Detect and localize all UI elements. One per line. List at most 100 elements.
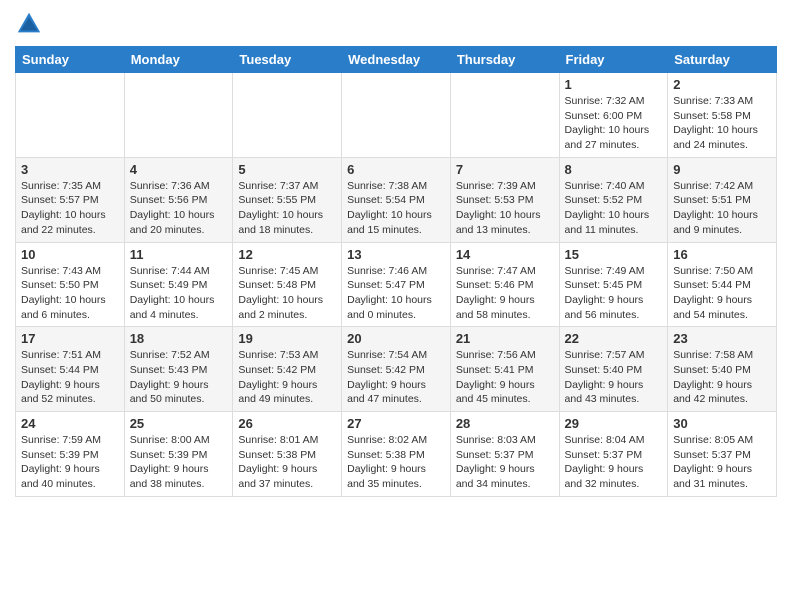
calendar-cell: 20 Sunrise: 7:54 AM Sunset: 5:42 PM Dayli… bbox=[342, 327, 451, 412]
day-number: 12 bbox=[238, 247, 336, 262]
calendar-cell: 9Sunrise: 7:42 AM Sunset: 5:51 PM Daylig… bbox=[668, 157, 777, 242]
day-number: 27 bbox=[347, 416, 445, 431]
week-row-3: 10 Sunrise: 7:43 AM Sunset: 5:50 PM Dayli… bbox=[16, 242, 777, 327]
calendar-cell bbox=[342, 73, 451, 158]
day-info: Sunrise: 7:47 AM Sunset: 5:46 PM Dayligh… bbox=[456, 264, 554, 323]
day-info: Sunrise: 7:33 AM Sunset: 5:58 PM Dayligh… bbox=[673, 94, 771, 153]
calendar-cell: 13 Sunrise: 7:46 AM Sunset: 5:47 PM Dayli… bbox=[342, 242, 451, 327]
header-day-saturday: Saturday bbox=[668, 47, 777, 73]
week-row-4: 17Sunrise: 7:51 AM Sunset: 5:44 PM Dayli… bbox=[16, 327, 777, 412]
day-info: Sunrise: 7:56 AM Sunset: 5:41 PM Dayligh… bbox=[456, 348, 554, 407]
calendar-cell: 23 Sunrise: 7:58 AM Sunset: 5:40 PM Dayli… bbox=[668, 327, 777, 412]
day-info: Sunrise: 8:05 AM Sunset: 5:37 PM Dayligh… bbox=[673, 433, 771, 492]
calendar-cell: 17Sunrise: 7:51 AM Sunset: 5:44 PM Dayli… bbox=[16, 327, 125, 412]
day-info: Sunrise: 7:46 AM Sunset: 5:47 PM Dayligh… bbox=[347, 264, 445, 323]
week-row-2: 3 Sunrise: 7:35 AM Sunset: 5:57 PM Daylig… bbox=[16, 157, 777, 242]
day-number: 6 bbox=[347, 162, 445, 177]
header-day-thursday: Thursday bbox=[450, 47, 559, 73]
day-number: 3 bbox=[21, 162, 119, 177]
day-number: 15 bbox=[565, 247, 663, 262]
day-number: 19 bbox=[238, 331, 336, 346]
calendar-cell: 19 Sunrise: 7:53 AM Sunset: 5:42 PM Dayli… bbox=[233, 327, 342, 412]
day-number: 13 bbox=[347, 247, 445, 262]
header-day-wednesday: Wednesday bbox=[342, 47, 451, 73]
day-info: Sunrise: 8:00 AM Sunset: 5:39 PM Dayligh… bbox=[130, 433, 228, 492]
header-day-tuesday: Tuesday bbox=[233, 47, 342, 73]
day-info: Sunrise: 7:58 AM Sunset: 5:40 PM Dayligh… bbox=[673, 348, 771, 407]
calendar-cell: 16 Sunrise: 7:50 AM Sunset: 5:44 PM Dayli… bbox=[668, 242, 777, 327]
calendar-cell: 27 Sunrise: 8:02 AM Sunset: 5:38 PM Dayli… bbox=[342, 412, 451, 497]
page: SundayMondayTuesdayWednesdayThursdayFrid… bbox=[0, 0, 792, 512]
calendar-cell: 8 Sunrise: 7:40 AM Sunset: 5:52 PM Daylig… bbox=[559, 157, 668, 242]
day-number: 8 bbox=[565, 162, 663, 177]
day-number: 25 bbox=[130, 416, 228, 431]
calendar-cell bbox=[450, 73, 559, 158]
day-info: Sunrise: 7:43 AM Sunset: 5:50 PM Dayligh… bbox=[21, 264, 119, 323]
header-row: SundayMondayTuesdayWednesdayThursdayFrid… bbox=[16, 47, 777, 73]
day-info: Sunrise: 7:49 AM Sunset: 5:45 PM Dayligh… bbox=[565, 264, 663, 323]
day-info: Sunrise: 7:35 AM Sunset: 5:57 PM Dayligh… bbox=[21, 179, 119, 238]
day-number: 22 bbox=[565, 331, 663, 346]
day-info: Sunrise: 7:45 AM Sunset: 5:48 PM Dayligh… bbox=[238, 264, 336, 323]
calendar-cell: 30 Sunrise: 8:05 AM Sunset: 5:37 PM Dayli… bbox=[668, 412, 777, 497]
day-number: 7 bbox=[456, 162, 554, 177]
day-number: 29 bbox=[565, 416, 663, 431]
calendar-cell: 21 Sunrise: 7:56 AM Sunset: 5:41 PM Dayli… bbox=[450, 327, 559, 412]
calendar-cell: 7 Sunrise: 7:39 AM Sunset: 5:53 PM Daylig… bbox=[450, 157, 559, 242]
calendar-cell: 1Sunrise: 7:32 AM Sunset: 6:00 PM Daylig… bbox=[559, 73, 668, 158]
day-number: 9 bbox=[673, 162, 771, 177]
day-info: Sunrise: 7:54 AM Sunset: 5:42 PM Dayligh… bbox=[347, 348, 445, 407]
calendar-table: SundayMondayTuesdayWednesdayThursdayFrid… bbox=[15, 46, 777, 497]
calendar-cell: 10 Sunrise: 7:43 AM Sunset: 5:50 PM Dayli… bbox=[16, 242, 125, 327]
calendar-cell: 14 Sunrise: 7:47 AM Sunset: 5:46 PM Dayli… bbox=[450, 242, 559, 327]
calendar-cell bbox=[124, 73, 233, 158]
calendar-cell: 4Sunrise: 7:36 AM Sunset: 5:56 PM Daylig… bbox=[124, 157, 233, 242]
day-number: 1 bbox=[565, 77, 663, 92]
week-row-1: 1Sunrise: 7:32 AM Sunset: 6:00 PM Daylig… bbox=[16, 73, 777, 158]
week-row-5: 24 Sunrise: 7:59 AM Sunset: 5:39 PM Dayli… bbox=[16, 412, 777, 497]
day-info: Sunrise: 7:52 AM Sunset: 5:43 PM Dayligh… bbox=[130, 348, 228, 407]
day-info: Sunrise: 7:37 AM Sunset: 5:55 PM Dayligh… bbox=[238, 179, 336, 238]
calendar-cell: 2Sunrise: 7:33 AM Sunset: 5:58 PM Daylig… bbox=[668, 73, 777, 158]
header-day-sunday: Sunday bbox=[16, 47, 125, 73]
day-number: 26 bbox=[238, 416, 336, 431]
calendar-cell: 6Sunrise: 7:38 AM Sunset: 5:54 PM Daylig… bbox=[342, 157, 451, 242]
day-info: Sunrise: 7:51 AM Sunset: 5:44 PM Dayligh… bbox=[21, 348, 119, 407]
header bbox=[15, 10, 777, 38]
day-number: 20 bbox=[347, 331, 445, 346]
day-number: 24 bbox=[21, 416, 119, 431]
day-info: Sunrise: 8:02 AM Sunset: 5:38 PM Dayligh… bbox=[347, 433, 445, 492]
day-info: Sunrise: 7:39 AM Sunset: 5:53 PM Dayligh… bbox=[456, 179, 554, 238]
calendar-body: 1Sunrise: 7:32 AM Sunset: 6:00 PM Daylig… bbox=[16, 73, 777, 497]
calendar-cell: 3 Sunrise: 7:35 AM Sunset: 5:57 PM Daylig… bbox=[16, 157, 125, 242]
calendar-header: SundayMondayTuesdayWednesdayThursdayFrid… bbox=[16, 47, 777, 73]
day-number: 14 bbox=[456, 247, 554, 262]
day-info: Sunrise: 7:36 AM Sunset: 5:56 PM Dayligh… bbox=[130, 179, 228, 238]
header-day-friday: Friday bbox=[559, 47, 668, 73]
day-number: 21 bbox=[456, 331, 554, 346]
day-info: Sunrise: 8:03 AM Sunset: 5:37 PM Dayligh… bbox=[456, 433, 554, 492]
calendar-cell: 25 Sunrise: 8:00 AM Sunset: 5:39 PM Dayli… bbox=[124, 412, 233, 497]
day-number: 18 bbox=[130, 331, 228, 346]
calendar-cell: 26 Sunrise: 8:01 AM Sunset: 5:38 PM Dayli… bbox=[233, 412, 342, 497]
day-number: 11 bbox=[130, 247, 228, 262]
day-number: 10 bbox=[21, 247, 119, 262]
day-info: Sunrise: 8:04 AM Sunset: 5:37 PM Dayligh… bbox=[565, 433, 663, 492]
day-number: 30 bbox=[673, 416, 771, 431]
calendar-cell: 5 Sunrise: 7:37 AM Sunset: 5:55 PM Daylig… bbox=[233, 157, 342, 242]
day-info: Sunrise: 7:40 AM Sunset: 5:52 PM Dayligh… bbox=[565, 179, 663, 238]
day-info: Sunrise: 7:53 AM Sunset: 5:42 PM Dayligh… bbox=[238, 348, 336, 407]
day-number: 16 bbox=[673, 247, 771, 262]
logo-icon bbox=[15, 10, 43, 38]
logo bbox=[15, 10, 47, 38]
header-day-monday: Monday bbox=[124, 47, 233, 73]
day-info: Sunrise: 7:50 AM Sunset: 5:44 PM Dayligh… bbox=[673, 264, 771, 323]
day-info: Sunrise: 8:01 AM Sunset: 5:38 PM Dayligh… bbox=[238, 433, 336, 492]
calendar-cell: 12 Sunrise: 7:45 AM Sunset: 5:48 PM Dayli… bbox=[233, 242, 342, 327]
calendar-cell bbox=[233, 73, 342, 158]
day-number: 5 bbox=[238, 162, 336, 177]
day-info: Sunrise: 7:59 AM Sunset: 5:39 PM Dayligh… bbox=[21, 433, 119, 492]
day-number: 23 bbox=[673, 331, 771, 346]
calendar-cell: 22Sunrise: 7:57 AM Sunset: 5:40 PM Dayli… bbox=[559, 327, 668, 412]
calendar-cell: 29 Sunrise: 8:04 AM Sunset: 5:37 PM Dayli… bbox=[559, 412, 668, 497]
